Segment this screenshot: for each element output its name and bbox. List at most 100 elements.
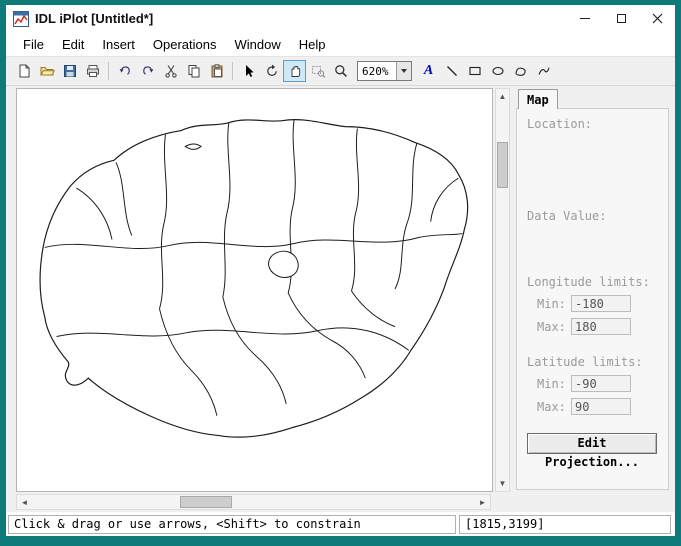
oval-tool-icon	[490, 63, 506, 79]
edit-projection-button[interactable]: Edit Projection...	[527, 433, 657, 454]
save-button[interactable]	[58, 60, 81, 82]
print-button[interactable]	[81, 60, 104, 82]
longitude-limits-label: Longitude limits:	[527, 275, 660, 289]
minimize-icon	[580, 18, 590, 19]
line-tool-icon	[444, 63, 460, 79]
scroll-right-icon: ►	[479, 498, 487, 507]
close-icon	[652, 13, 663, 24]
close-button[interactable]	[639, 5, 675, 32]
paste-icon	[209, 63, 225, 79]
new-document-icon	[16, 63, 32, 79]
rectangle-tool-button[interactable]	[463, 60, 486, 82]
main-area: ▲ ▼ ◄ ► Map Loc	[6, 86, 675, 512]
map-graphic	[17, 89, 492, 491]
rotate-icon	[264, 63, 280, 79]
scroll-left-icon: ◄	[21, 498, 29, 507]
new-document-button[interactable]	[12, 60, 35, 82]
longitude-min-field[interactable]	[571, 295, 631, 312]
scroll-right-button[interactable]: ►	[475, 495, 490, 509]
latitude-max-field[interactable]	[571, 398, 631, 415]
menu-help[interactable]: Help	[290, 35, 335, 54]
map-properties-panel: Map Location: Data Value: Longitude limi…	[512, 86, 675, 512]
open-folder-icon	[39, 63, 55, 79]
status-coordinates: [1815,3199]	[459, 515, 671, 534]
horizontal-scroll-thumb[interactable]	[180, 496, 232, 508]
oval-tool-button[interactable]	[486, 60, 509, 82]
latitude-max-label: Max:	[537, 400, 571, 414]
menu-window[interactable]: Window	[225, 35, 289, 54]
copy-button[interactable]	[182, 60, 205, 82]
cut-button[interactable]	[159, 60, 182, 82]
zoom-level-value: 620%	[358, 65, 396, 78]
pan-hand-button[interactable]	[283, 60, 306, 82]
plot-canvas[interactable]	[16, 88, 493, 492]
paste-button[interactable]	[205, 60, 228, 82]
scroll-down-icon: ▼	[499, 479, 507, 488]
magnifier-button[interactable]	[329, 60, 352, 82]
toolbar-separator	[108, 62, 109, 80]
toolbar: 620% A	[6, 57, 675, 86]
latitude-min-label: Min:	[537, 377, 571, 391]
redo-button[interactable]	[136, 60, 159, 82]
horizontal-scroll-track[interactable]	[32, 495, 475, 509]
menu-operations[interactable]: Operations	[144, 35, 226, 54]
scroll-down-button[interactable]: ▼	[496, 476, 509, 491]
longitude-min-label: Min:	[537, 297, 571, 311]
scroll-up-icon: ▲	[499, 92, 507, 101]
titlebar: IDL iPlot [Untitled*]	[6, 5, 675, 32]
print-icon	[85, 63, 101, 79]
select-arrow-button[interactable]	[237, 60, 260, 82]
scroll-up-button[interactable]: ▲	[496, 89, 509, 104]
zoom-box-button[interactable]	[306, 60, 329, 82]
save-icon	[62, 63, 78, 79]
toolbar-separator	[232, 62, 233, 80]
vertical-scroll-thumb[interactable]	[497, 142, 508, 188]
canvas-wrap: ▲ ▼ ◄ ►	[6, 86, 512, 512]
rotate-button[interactable]	[260, 60, 283, 82]
freehand-tool-icon	[536, 63, 552, 79]
location-label: Location:	[527, 117, 660, 131]
tab-map[interactable]: Map	[518, 89, 558, 109]
pan-hand-icon	[287, 63, 303, 79]
map-panel-body: Location: Data Value: Longitude limits: …	[516, 108, 669, 490]
polygon-tool-icon	[513, 63, 529, 79]
data-value-label: Data Value:	[527, 209, 660, 223]
undo-icon	[117, 63, 133, 79]
menu-file[interactable]: File	[14, 35, 53, 54]
redo-icon	[140, 63, 156, 79]
cut-icon	[163, 63, 179, 79]
menubar: File Edit Insert Operations Window Help	[6, 32, 675, 57]
maximize-button[interactable]	[603, 5, 639, 32]
select-arrow-icon	[241, 63, 257, 79]
zoom-box-icon	[310, 63, 326, 79]
minimize-button[interactable]	[567, 5, 603, 32]
freehand-tool-button[interactable]	[532, 60, 555, 82]
rectangle-tool-icon	[467, 63, 483, 79]
vertical-scrollbar[interactable]: ▲ ▼	[495, 88, 510, 492]
menu-edit[interactable]: Edit	[53, 35, 93, 54]
latitude-limits-label: Latitude limits:	[527, 355, 660, 369]
scroll-left-button[interactable]: ◄	[17, 495, 32, 509]
horizontal-scrollbar[interactable]: ◄ ►	[16, 494, 491, 510]
status-message: Click & drag or use arrows, <Shift> to c…	[8, 515, 456, 534]
longitude-max-field[interactable]	[571, 318, 631, 335]
zoom-level-select[interactable]: 620%	[357, 61, 412, 81]
app-icon	[13, 11, 29, 27]
undo-button[interactable]	[113, 60, 136, 82]
vertical-scroll-track[interactable]	[496, 104, 509, 476]
menu-insert[interactable]: Insert	[93, 35, 144, 54]
open-file-button[interactable]	[35, 60, 58, 82]
text-tool-icon: A	[424, 63, 433, 79]
magnifier-icon	[333, 63, 349, 79]
copy-icon	[186, 63, 202, 79]
line-tool-button[interactable]	[440, 60, 463, 82]
zoom-dropdown-button[interactable]	[396, 62, 411, 80]
polygon-tool-button[interactable]	[509, 60, 532, 82]
maximize-icon	[617, 14, 626, 23]
latitude-min-field[interactable]	[571, 375, 631, 392]
chevron-down-icon	[401, 69, 407, 73]
text-tool-button[interactable]: A	[417, 60, 440, 82]
iplot-window: IDL iPlot [Untitled*] File Edit Insert O…	[0, 0, 681, 546]
statusbar: Click & drag or use arrows, <Shift> to c…	[6, 512, 675, 536]
window-title: IDL iPlot [Untitled*]	[35, 11, 567, 26]
